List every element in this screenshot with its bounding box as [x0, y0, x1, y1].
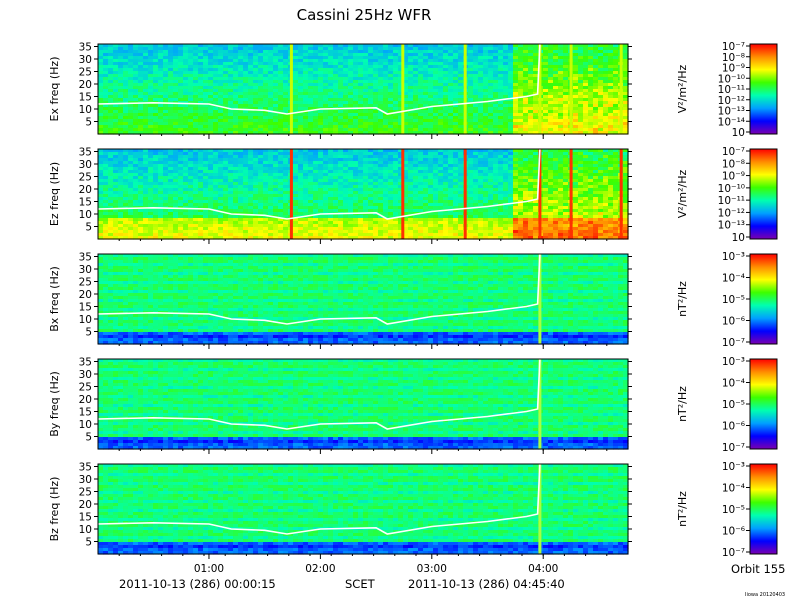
colorbar-unit-label: V²/m²/Hz	[676, 65, 689, 114]
spectrogram-panel-2: 5101520253035Ez freq (Hz)10⁻⁷10⁻⁸10⁻⁹10⁻…	[48, 146, 778, 244]
spectrogram-figure: Cassini 25Hz WFR 5101520253035Ex freq (H…	[48, 6, 785, 598]
burst-line	[289, 44, 293, 134]
colorbar-gradient	[749, 43, 778, 135]
burst-line	[463, 44, 467, 134]
colorbar: 10⁻⁷10⁻⁸10⁻⁹10⁻¹⁰10⁻¹¹10⁻¹²10⁻¹³10⁻¹⁴10V…	[676, 41, 778, 139]
heatmap-cells	[98, 149, 629, 240]
panel-group: 5101520253035Ex freq (Hz)10⁻⁷10⁻⁸10⁻⁹10⁻…	[48, 41, 778, 575]
heatmap-cells	[98, 44, 629, 135]
y-axis-label: Ex freq (Hz)	[48, 57, 61, 122]
y-tick-label: 15	[79, 92, 92, 104]
burst-line	[569, 44, 573, 134]
y-tick-label: 35	[79, 42, 92, 54]
y-tick-label: 20	[79, 79, 92, 91]
y-tick-label: 5	[85, 117, 92, 129]
figure-title: Cassini 25Hz WFR	[297, 6, 432, 24]
burst-line	[401, 44, 405, 134]
burst-line	[619, 44, 623, 134]
colorbar-tick-label: 10	[732, 127, 745, 139]
y-tick-label: 30	[79, 54, 92, 66]
y-tick-label: 10	[79, 104, 92, 116]
spectrogram-panel-1: 5101520253035Ex freq (Hz)10⁻⁷10⁻⁸10⁻⁹10⁻…	[48, 41, 778, 139]
y-tick-label: 25	[79, 67, 92, 79]
